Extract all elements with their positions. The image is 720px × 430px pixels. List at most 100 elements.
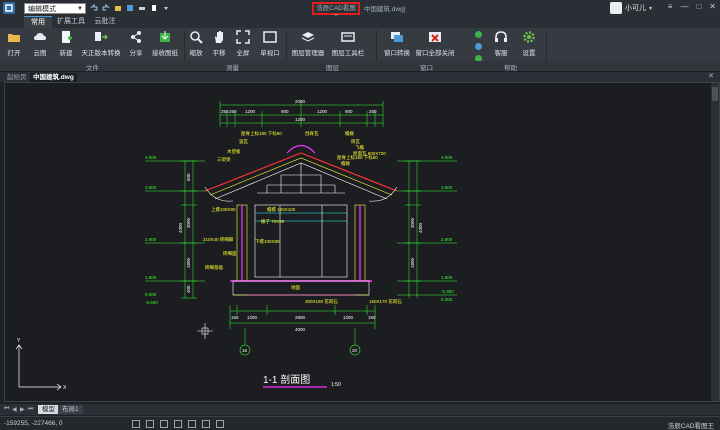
receive-drawing-button[interactable]: 接收图纸 [150, 30, 180, 60]
group-label-measure: 测量 [226, 65, 239, 72]
cad-drawing: 2000 250 250 1200 900 1200 900 1200 250 … [15, 83, 719, 401]
open-icon[interactable] [114, 4, 122, 12]
ucs-icon [15, 344, 62, 391]
cloud-drawing-button[interactable]: 云图 [30, 30, 50, 60]
chevron-down-icon[interactable]: ▾ [649, 5, 652, 12]
dimension-text: 2000 250 250 1200 900 1200 900 1200 250 … [221, 99, 377, 353]
dim-text: 1200 [245, 109, 256, 114]
convert-icon [94, 30, 108, 44]
layer-manager-button[interactable]: 图层管理器 [290, 30, 326, 60]
first-tab-icon[interactable]: ⏮ [4, 406, 9, 413]
annotation: 上檩100X80 [211, 206, 236, 213]
status-bar: -159255, -227466, 0 浩辰CAD看图王 [0, 416, 720, 430]
new-icon[interactable] [150, 4, 158, 12]
menu-icon[interactable]: ≡ [668, 2, 673, 11]
level-label: 3.600 [441, 185, 453, 190]
snap-icon[interactable] [132, 420, 140, 428]
osnap-icon[interactable] [188, 420, 196, 428]
close-all-windows-button[interactable]: 窗口全部关闭 [416, 30, 455, 60]
new-document-icon [59, 30, 73, 44]
mode-select[interactable]: 编辑模式 ▼ [24, 3, 86, 14]
group-label-layer: 图层 [326, 65, 339, 72]
print-icon[interactable] [138, 4, 146, 12]
maximize-icon[interactable]: □ [696, 2, 701, 11]
vertical-scrollbar[interactable] [711, 83, 719, 401]
window-switch-button[interactable]: 窗口转换 [382, 30, 412, 60]
level-label: 2.900 [441, 237, 453, 242]
tab-start-page[interactable]: 起始页 [4, 73, 30, 82]
tangent-convert-button[interactable]: 天正版本转换 [80, 30, 122, 60]
level-text: 4.000 3.600 2.900 1.800 0.000 -0.600 4.0… [145, 155, 454, 305]
level-label: 1.800 [441, 275, 453, 280]
polar-icon[interactable] [174, 420, 182, 428]
tab-cloud-annotation[interactable]: 云批注 [91, 16, 119, 28]
open-button[interactable]: 打开 [4, 30, 24, 60]
tab-extended-tools[interactable]: 扩展工具 [54, 16, 88, 28]
new-button[interactable]: 新建 [56, 30, 76, 60]
building-outline [204, 144, 398, 296]
tab-layout1[interactable]: 布局1 [58, 405, 83, 414]
scrollbar-thumb[interactable] [712, 87, 718, 101]
pan-button[interactable]: 平移 [210, 30, 228, 60]
fullscreen-button[interactable]: 全屏 [234, 30, 252, 60]
customer-service-button[interactable]: 客服 [490, 30, 512, 60]
annotation: 砖细基础 [205, 264, 223, 271]
app-logo-icon[interactable] [0, 0, 18, 16]
ucs-x-label: X [63, 385, 67, 391]
layer-manager-label: 图层管理器 [291, 50, 325, 57]
vdim-text: 4300 [178, 222, 183, 233]
help-small-icons [474, 30, 483, 65]
zoom-button[interactable]: 缩放 [188, 30, 204, 60]
close-document-icon[interactable]: ✕ [708, 72, 714, 80]
web-icon[interactable] [474, 30, 483, 41]
vdim-text: 1800 [410, 257, 415, 268]
single-viewport-button[interactable]: 单视口 [258, 30, 282, 60]
username[interactable]: 小可儿 [625, 3, 646, 13]
document-tab-bar: 起始页 中国建筑.dwg ✕ [0, 72, 720, 82]
user-area[interactable]: 小可儿 ▾ [610, 0, 652, 16]
minimize-icon[interactable]: — [680, 2, 688, 11]
crosshair-cursor [197, 323, 213, 339]
folder-icon [7, 30, 21, 44]
save-icon[interactable] [126, 4, 134, 12]
headset-icon [494, 30, 508, 44]
annotation: 檐椽 [345, 130, 354, 137]
viewport-icon [263, 30, 277, 44]
tab-model[interactable]: 模型 [38, 405, 59, 414]
annotation: 筒瓦 [351, 138, 360, 145]
tab-document[interactable]: 中国建筑.dwg [30, 73, 77, 82]
next-tab-icon[interactable]: ▶ [20, 406, 25, 413]
hand-icon [212, 30, 226, 44]
mode-select-value: 编辑模式 [28, 6, 56, 13]
annotation: 檐椽 [341, 160, 350, 167]
prev-tab-icon[interactable]: ◀ [12, 406, 17, 413]
annotation: 椽子 70X90 [261, 218, 285, 224]
receive-icon [158, 30, 172, 44]
redo-icon[interactable] [102, 3, 110, 12]
last-tab-icon[interactable]: ⏭ [28, 406, 33, 413]
dyn-icon[interactable] [216, 420, 224, 428]
cursor-coordinates: -159255, -227466, 0 [4, 420, 63, 427]
ortho-icon[interactable] [160, 420, 168, 428]
close-icon[interactable]: ✕ [709, 2, 716, 11]
annotation: 地面 [291, 284, 300, 291]
quick-access-toolbar [90, 3, 170, 13]
customer-service-label: 客服 [494, 50, 508, 57]
dim-text: 2000 [295, 99, 306, 104]
tangent-convert-label: 天正版本转换 [81, 50, 121, 57]
annotation: 300X150 花岗石 [305, 298, 338, 305]
avatar[interactable] [610, 2, 622, 14]
lineweight-icon[interactable] [202, 420, 210, 428]
tab-home[interactable]: 常用 [24, 16, 52, 28]
settings-button[interactable]: 设置 [518, 30, 540, 60]
grid-icon[interactable] [146, 420, 154, 428]
dim-text: 250 [221, 109, 229, 114]
vdim-text: 4300 [418, 222, 423, 233]
layer-toolbar-button[interactable]: 图层工具栏 [330, 30, 366, 60]
feedback-icon[interactable] [474, 42, 483, 53]
share-button[interactable]: 分享 [126, 30, 146, 60]
drawing-canvas[interactable]: 2000 250 250 1200 900 1200 900 1200 250 … [4, 82, 720, 402]
undo-icon[interactable] [90, 3, 98, 12]
dropdown-icon[interactable] [162, 4, 170, 12]
dim-text: 1200 [247, 315, 258, 320]
